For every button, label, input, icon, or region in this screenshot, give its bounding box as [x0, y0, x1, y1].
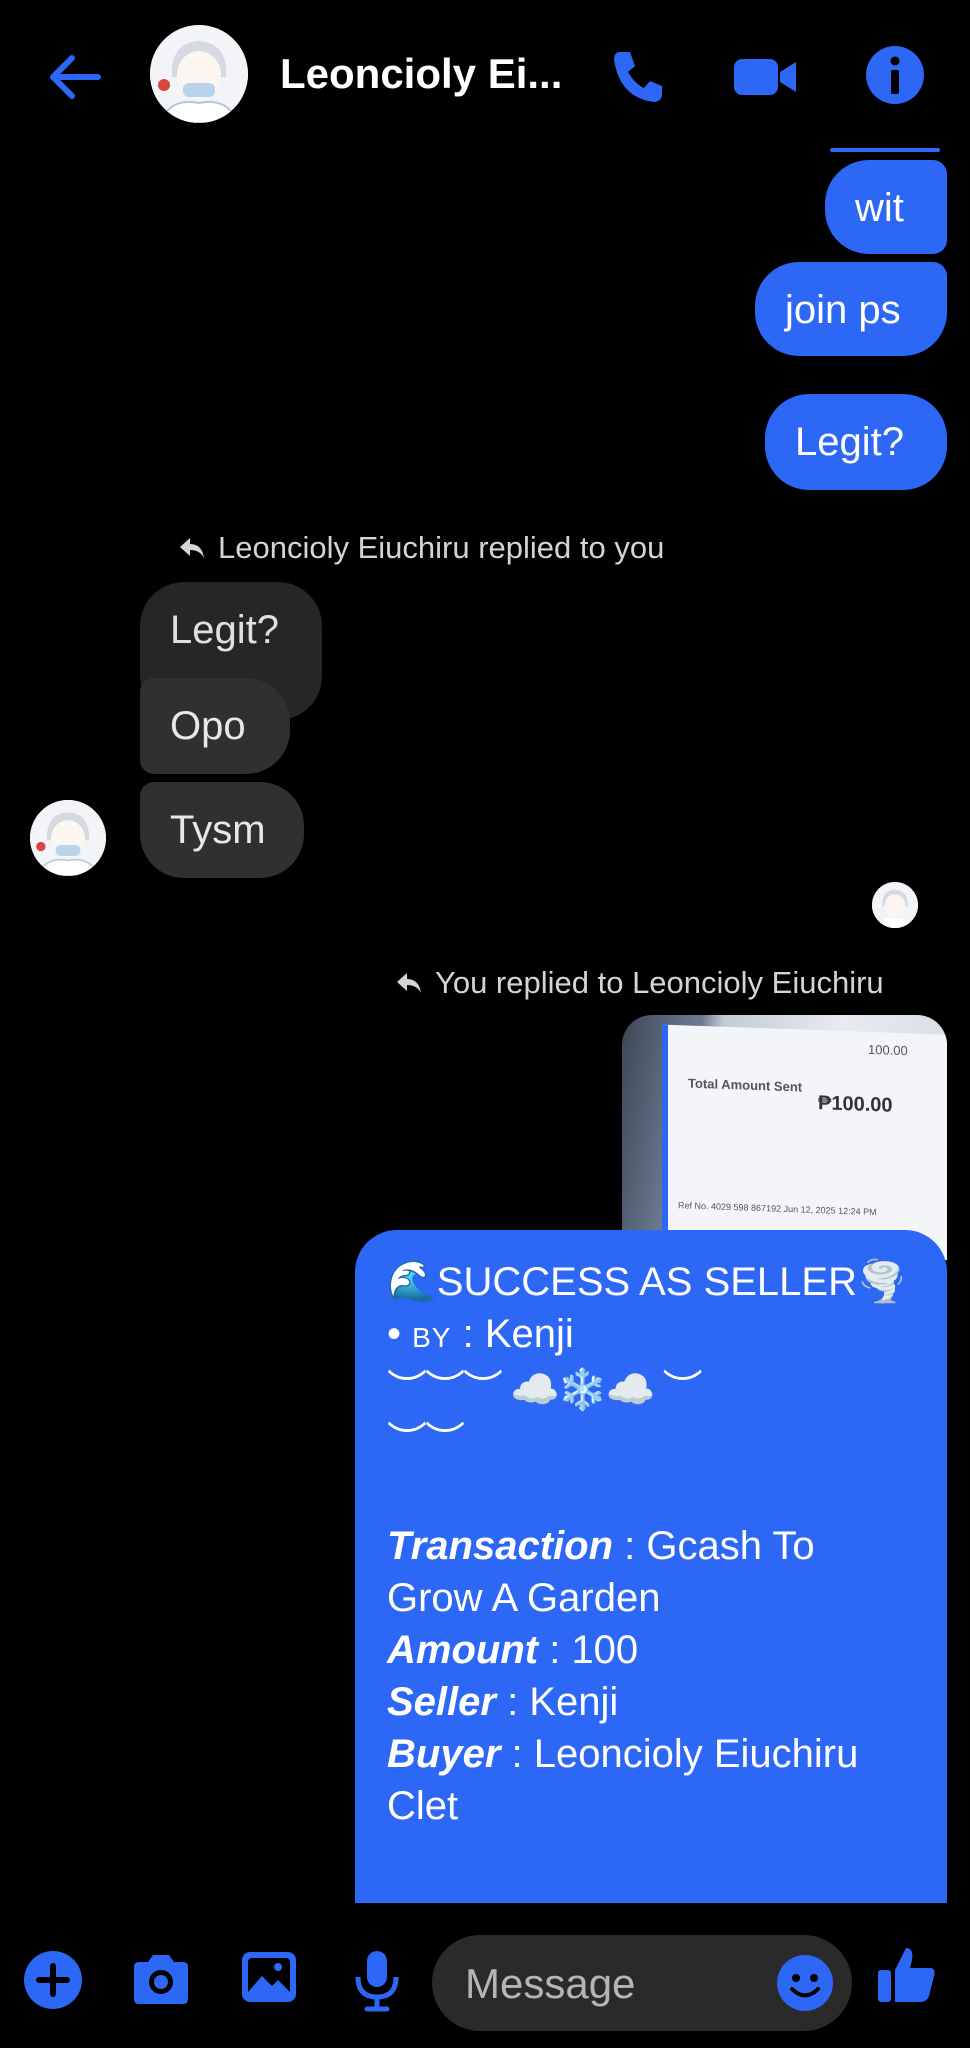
msg-line-buyer-cont: Clet — [387, 1784, 459, 1828]
thumbs-up-icon[interactable] — [872, 1940, 942, 2010]
quoted-image[interactable]: 100.00 Total Amount Sent ₱100.00 Ref No.… — [622, 1015, 947, 1260]
msg-line-by: • BY : Kenji — [387, 1312, 574, 1356]
contact-name[interactable]: Leoncioly Ei... — [280, 50, 562, 98]
seen-avatar — [872, 882, 918, 928]
msg-line-title: 🌊SUCCESS AS SELLER🌪️ — [387, 1260, 907, 1304]
receipt-total-label: Total Amount Sent — [688, 1075, 803, 1095]
info-icon[interactable] — [860, 40, 930, 110]
reply-note-text: You replied to Leoncioly Eiuchiru — [435, 965, 884, 1000]
reply-note-text: Leoncioly Eiuchiru replied to you — [218, 530, 665, 565]
msg-line-amount: Amount : 100 — [387, 1628, 639, 1672]
message-bubble-out-long[interactable]: 🌊SUCCESS AS SELLER🌪️ • BY : Kenji ︶︶︶ ☁️… — [355, 1230, 947, 1903]
receipt-photo: 100.00 Total Amount Sent ₱100.00 Ref No.… — [662, 1024, 947, 1260]
message-input-placeholder: Message — [465, 1960, 636, 2007]
previous-bubble-edge — [830, 148, 940, 152]
receipt-total-value: ₱100.00 — [818, 1092, 893, 1117]
receipt-amount-top: 100.00 — [868, 1041, 908, 1059]
emoji-icon[interactable] — [770, 1948, 840, 2018]
reply-arrow-icon — [397, 973, 421, 993]
contact-avatar-small[interactable] — [30, 800, 106, 876]
msg-line-seller: Seller : Kenji — [387, 1680, 619, 1724]
reply-note: You replied to Leoncioly Eiuchiru — [395, 965, 884, 1001]
msg-line-deco: ︶︶ — [387, 1420, 465, 1464]
message-bubble-in[interactable]: Tysm — [140, 782, 304, 878]
chat-header: Leoncioly Ei... — [0, 0, 970, 150]
camera-icon[interactable] — [126, 1945, 196, 2015]
receipt-ref: Ref No. 4029 598 867192 Jun 12, 2025 12:… — [678, 1200, 877, 1218]
phone-icon[interactable] — [602, 42, 672, 112]
msg-line-buyer: Buyer : Leoncioly Eiuchiru — [387, 1732, 859, 1776]
back-arrow-icon[interactable] — [40, 42, 110, 112]
reply-note: Leoncioly Eiuchiru replied to you — [178, 530, 664, 566]
microphone-icon[interactable] — [342, 1945, 412, 2015]
message-bubble-out[interactable]: wit — [825, 160, 947, 254]
message-bubble-out[interactable]: join ps — [755, 262, 947, 356]
message-bubble-out[interactable]: Legit? — [765, 394, 947, 490]
video-icon[interactable] — [730, 42, 800, 112]
message-bubble-in[interactable]: Opo — [140, 678, 290, 774]
gallery-icon[interactable] — [234, 1942, 304, 2012]
msg-line-transaction-cont: Grow A Garden — [387, 1576, 661, 1620]
plus-icon[interactable] — [18, 1945, 88, 2015]
contact-avatar[interactable] — [150, 25, 248, 123]
msg-line-transaction: Transaction : Gcash To — [387, 1524, 815, 1568]
msg-line-deco: ︶︶︶ ☁️❄️☁️ ︶ — [387, 1368, 703, 1412]
reply-arrow-icon — [180, 538, 204, 558]
